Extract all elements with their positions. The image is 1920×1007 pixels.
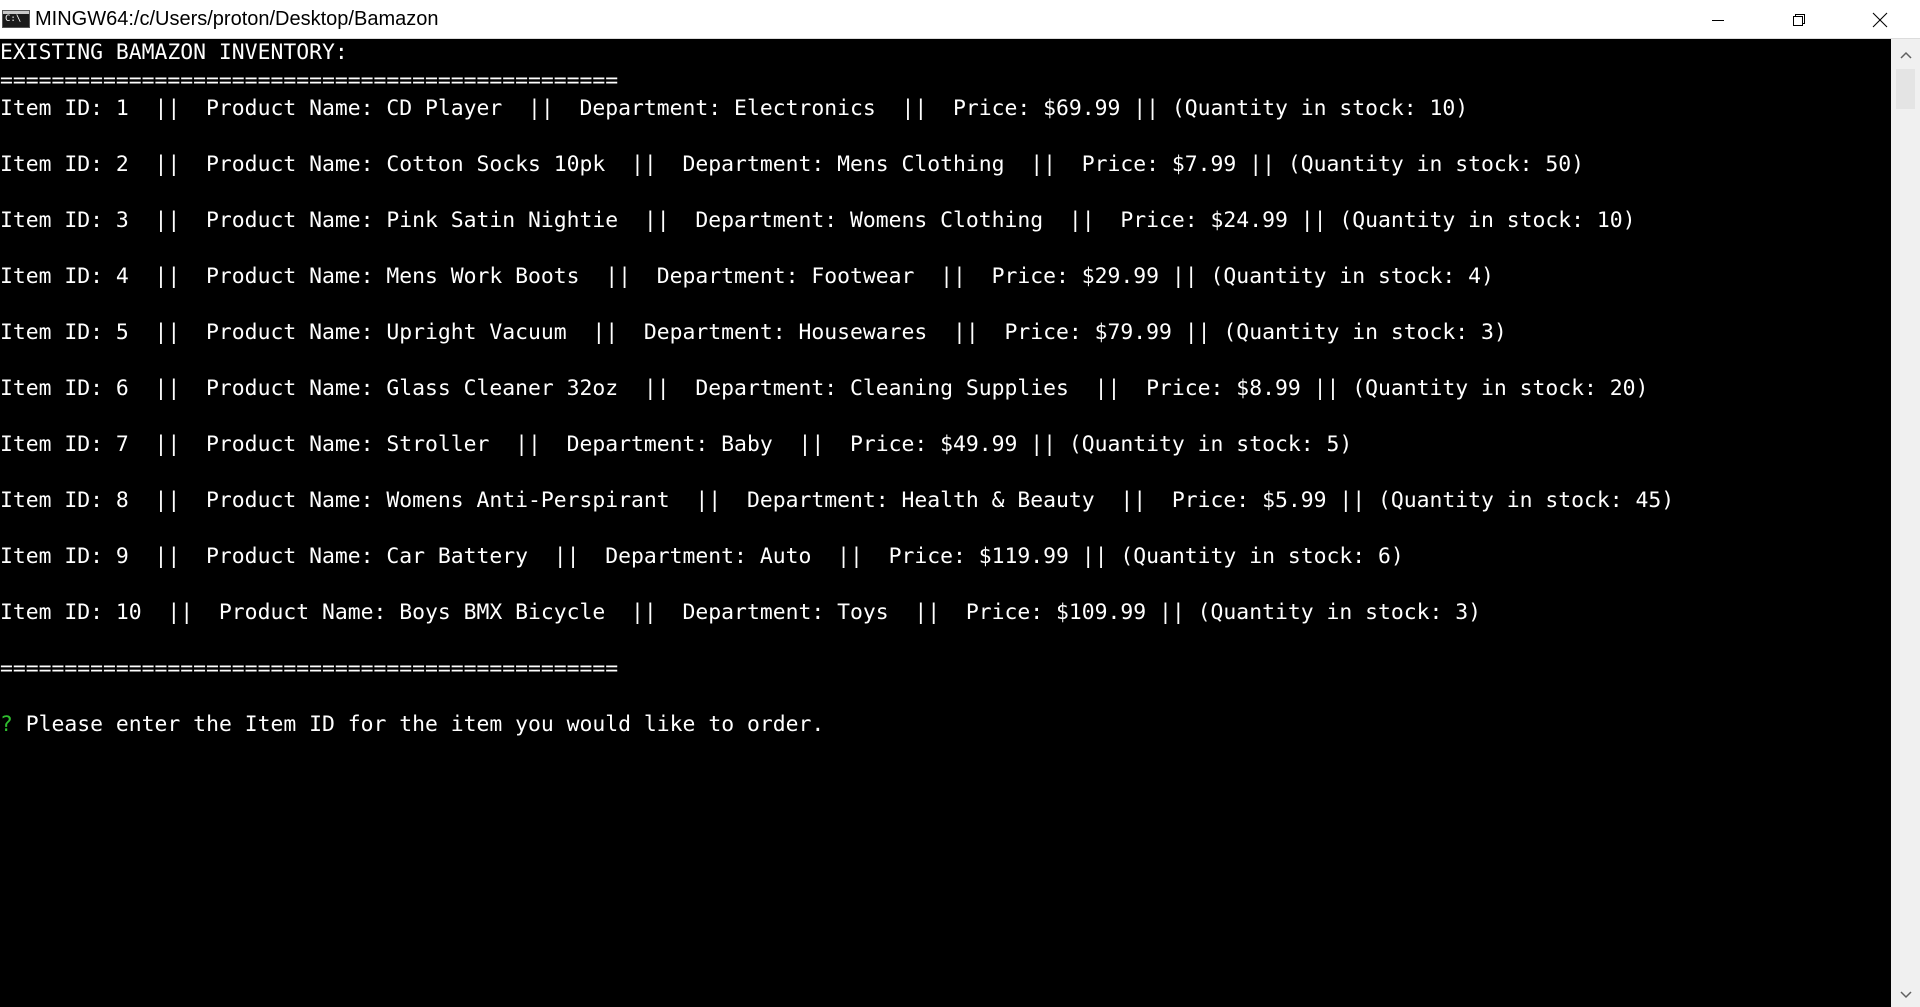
- minimize-icon: [1711, 19, 1724, 21]
- scroll-up-button[interactable]: [1891, 43, 1920, 67]
- window-title: MINGW64:/c/Users/proton/Desktop/Bamazon: [35, 7, 439, 30]
- minimize-button[interactable]: [1677, 0, 1758, 39]
- prompt-question-mark: ?: [0, 712, 13, 737]
- close-icon: [1872, 12, 1887, 27]
- inventory-line: Item ID: 6 || Product Name: Glass Cleane…: [0, 376, 1649, 401]
- inventory-line: Item ID: 9 || Product Name: Car Battery …: [0, 544, 1404, 569]
- inventory-line: Item ID: 4 || Product Name: Mens Work Bo…: [0, 264, 1494, 289]
- inventory-line: Item ID: 10 || Product Name: Boys BMX Bi…: [0, 600, 1481, 625]
- close-button[interactable]: [1839, 0, 1920, 39]
- inventory-line: Item ID: 7 || Product Name: Stroller || …: [0, 432, 1353, 457]
- separator-bottom: ========================================…: [0, 656, 619, 681]
- chevron-down-icon: [1899, 991, 1912, 999]
- console-output[interactable]: EXISTING BAMAZON INVENTORY: ============…: [0, 39, 1891, 1007]
- inventory-heading: EXISTING BAMAZON INVENTORY:: [0, 40, 348, 65]
- scroll-thumb[interactable]: [1896, 69, 1915, 109]
- terminal-window: C:\ MINGW64:/c/Users/proton/Desktop/Bama…: [0, 0, 1920, 1007]
- restore-button[interactable]: [1758, 0, 1839, 39]
- inventory-line: Item ID: 3 || Product Name: Pink Satin N…: [0, 208, 1636, 233]
- vertical-scrollbar[interactable]: [1891, 39, 1920, 1007]
- scroll-down-button[interactable]: [1891, 983, 1920, 1007]
- inventory-line: Item ID: 2 || Product Name: Cotton Socks…: [0, 152, 1585, 177]
- inventory-line: Item ID: 1 || Product Name: CD Player ||…: [0, 96, 1469, 121]
- order-prompt[interactable]: ? Please enter the Item ID for the item …: [0, 711, 824, 739]
- console-app-icon[interactable]: C:\: [2, 10, 30, 28]
- title-bar[interactable]: C:\ MINGW64:/c/Users/proton/Desktop/Bama…: [0, 0, 1920, 39]
- inventory-line: Item ID: 8 || Product Name: Womens Anti-…: [0, 488, 1675, 513]
- chevron-up-icon: [1899, 51, 1912, 59]
- restore-icon: [1792, 13, 1805, 26]
- inventory-line: Item ID: 5 || Product Name: Upright Vacu…: [0, 320, 1507, 345]
- prompt-text: Please enter the Item ID for the item yo…: [12, 712, 825, 737]
- window-controls: [1677, 0, 1920, 39]
- separator-top: ========================================…: [0, 68, 619, 93]
